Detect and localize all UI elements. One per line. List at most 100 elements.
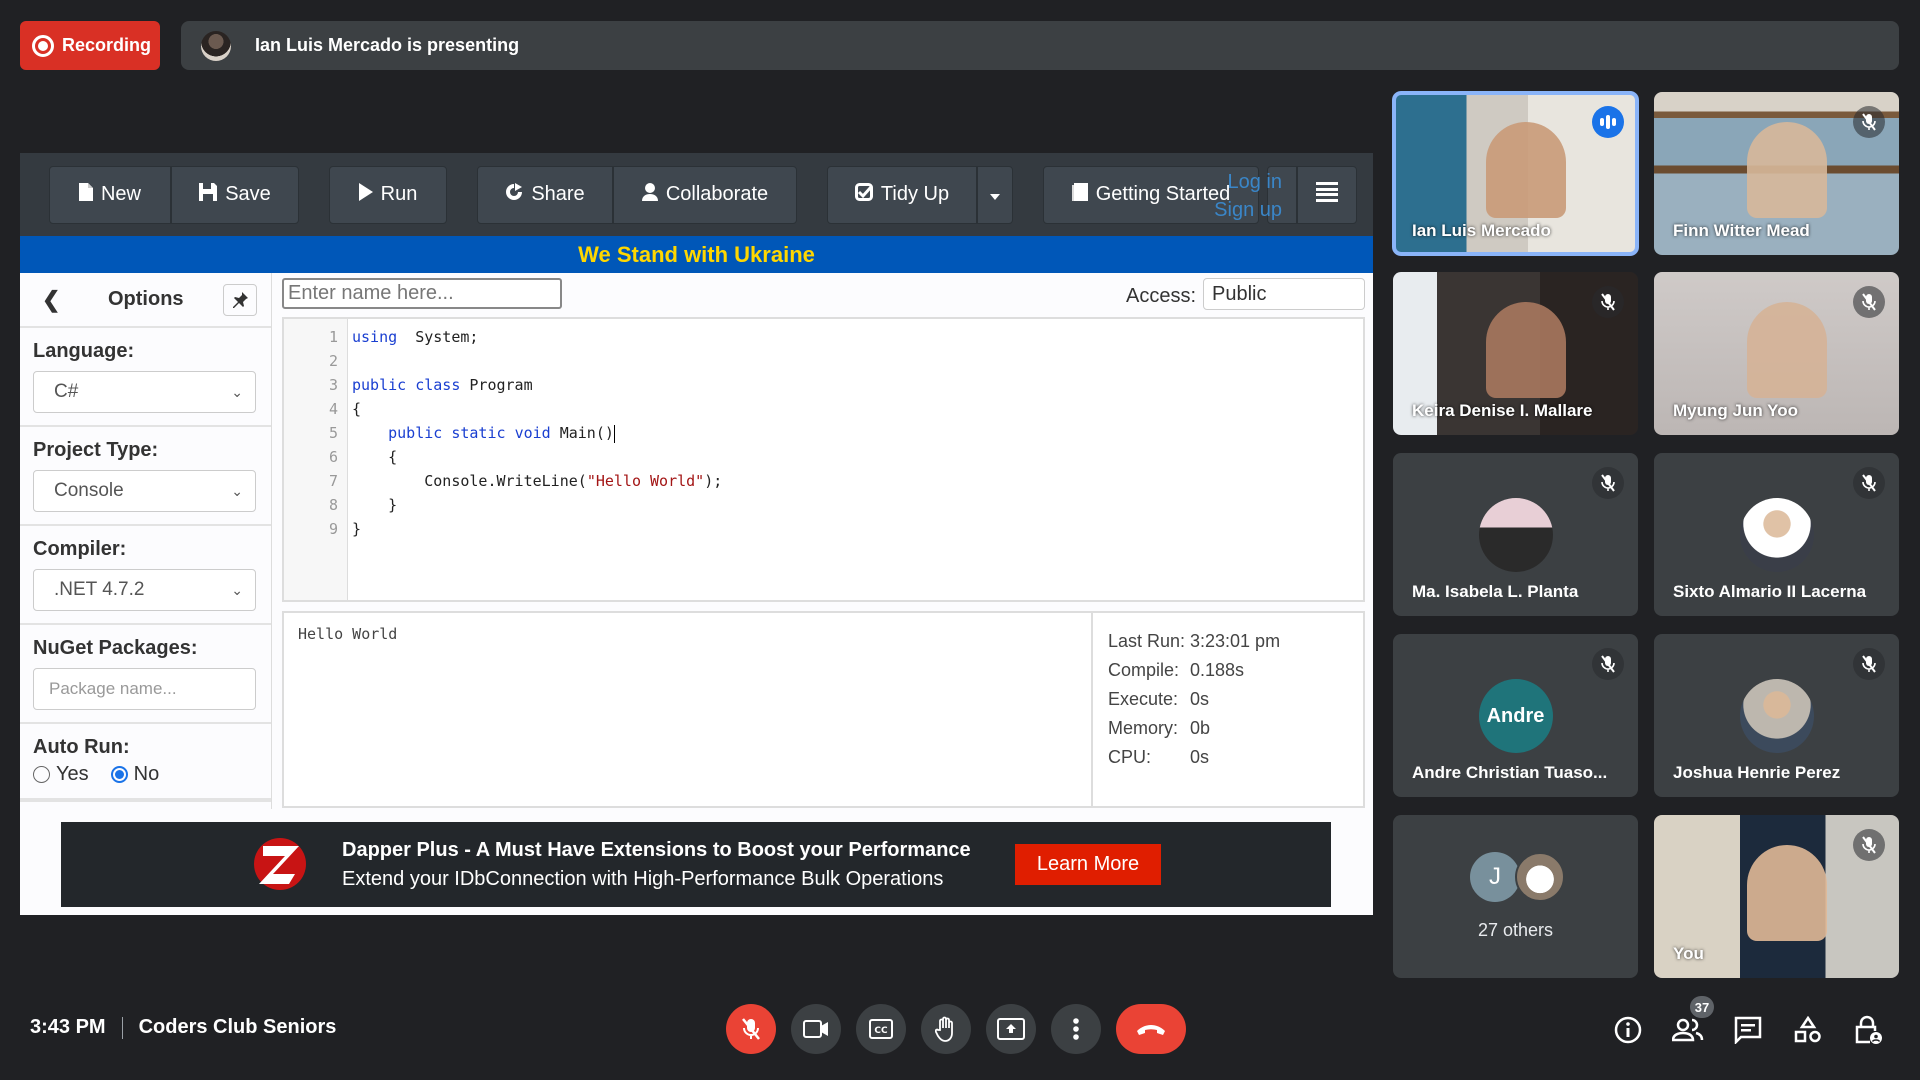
learn-more-button[interactable]: Learn More <box>1015 844 1161 885</box>
more-options-button[interactable] <box>1051 1004 1101 1054</box>
divider <box>121 1016 123 1039</box>
hand-icon <box>935 1016 953 1042</box>
code-text: public class Program <box>344 373 533 397</box>
ad-subtitle: Extend your IDbConnection with High-Perf… <box>342 868 944 890</box>
code-token: Main() <box>550 424 614 442</box>
code-token: } <box>352 496 398 514</box>
line-number: 1 <box>328 328 338 346</box>
stat-value: 0s <box>1190 689 1210 709</box>
code-line[interactable]: 3 public class Program <box>284 373 533 397</box>
code-line[interactable]: 6 { <box>284 445 397 469</box>
others-avatar: J <box>1470 852 1520 902</box>
chat-button[interactable] <box>1732 1014 1764 1046</box>
tidy-up-dropdown[interactable] <box>977 165 1013 224</box>
new-button[interactable]: New <box>49 165 171 224</box>
keyword-token: public <box>388 424 443 442</box>
code-line[interactable]: 9} <box>284 517 361 541</box>
participant-tile[interactable]: Joshua Henrie Perez <box>1654 634 1899 797</box>
participant-tile[interactable]: Finn Witter Mead <box>1654 92 1899 255</box>
code-line[interactable]: 8 } <box>284 493 397 517</box>
access-label: Access: <box>1126 285 1197 307</box>
compiler-label: Compiler: <box>33 538 127 560</box>
project-type-select[interactable]: Console ⌄ <box>33 470 256 512</box>
participant-tile[interactable]: Ian Luis Mercado <box>1392 91 1639 256</box>
run-button[interactable]: Run <box>329 165 447 224</box>
clock: 3:43 PM <box>30 1016 106 1038</box>
participant-name: Andre Christian Tuaso... <box>1412 763 1608 782</box>
code-text: { <box>344 397 361 421</box>
code-line[interactable]: 4{ <box>284 397 361 421</box>
autorun-no-radio[interactable] <box>110 766 128 783</box>
project-name-input[interactable]: Enter name here... <box>282 278 562 309</box>
mic-off-icon <box>742 1018 760 1040</box>
collapse-sidebar-icon[interactable]: ❮ <box>42 287 60 313</box>
participant-tile[interactable]: You <box>1654 815 1899 978</box>
code-line[interactable]: 2 <box>284 349 352 373</box>
recording-button[interactable]: Recording <box>20 21 160 70</box>
compiler-select[interactable]: .NET 4.7.2 ⌄ <box>33 569 256 611</box>
code-editor[interactable]: 1 using System; 2 3 public class Program 4{5 … <box>282 317 1365 602</box>
code-line[interactable]: 5 public static void Main() <box>284 421 615 445</box>
nuget-package-input[interactable]: Package name... <box>33 668 256 710</box>
line-number: 7 <box>328 472 338 490</box>
string-token: "Hello World" <box>586 472 705 490</box>
signup-link[interactable]: Sign up <box>1202 196 1282 224</box>
run-label: Run <box>380 183 418 205</box>
participant-tile[interactable]: Keira Denise I. Mallare <box>1393 272 1638 435</box>
mic-off-icon <box>1592 286 1624 318</box>
code-line[interactable]: 7 Console.WriteLine("Hello World"); <box>284 469 722 493</box>
advertisement-banner[interactable]: Dapper Plus - A Must Have Extensions to … <box>61 822 1331 907</box>
tidy-up-button[interactable]: Tidy Up <box>827 165 977 224</box>
mic-off-icon <box>1853 648 1885 680</box>
microphone-toggle-button[interactable] <box>726 1004 776 1054</box>
keyword-token: class <box>415 376 461 394</box>
hang-up-icon <box>1137 1025 1165 1035</box>
code-token: { <box>352 400 362 418</box>
participant-tile[interactable]: J 27 others <box>1393 815 1638 978</box>
mic-off-icon <box>1853 286 1885 318</box>
nuget-label: NuGet Packages: <box>33 637 198 659</box>
code-line[interactable]: 1 using System; <box>284 325 478 349</box>
stat-label: Execute: <box>1108 689 1179 709</box>
save-button[interactable]: Save <box>171 165 299 224</box>
captions-button[interactable]: CC <box>856 1004 906 1054</box>
collaborate-button[interactable]: Collaborate <box>613 165 797 224</box>
login-link[interactable]: Log in <box>1202 168 1283 196</box>
raise-hand-button[interactable] <box>921 1004 971 1054</box>
participant-avatar <box>1739 498 1814 572</box>
participant-tile[interactable]: Sixto Almario II Lacerna <box>1654 453 1899 616</box>
host-controls-button[interactable] <box>1852 1014 1884 1046</box>
participant-name: Ian Luis Mercado <box>1412 221 1551 240</box>
meeting-details-button[interactable] <box>1612 1014 1644 1046</box>
code-text: { <box>344 445 397 469</box>
chevron-down-icon: ⌄ <box>231 383 243 400</box>
activities-button[interactable] <box>1792 1014 1824 1046</box>
line-number: 4 <box>328 400 338 418</box>
people-button[interactable] <box>1672 1014 1704 1046</box>
access-select[interactable]: Public <box>1203 278 1365 310</box>
camera-toggle-button[interactable] <box>791 1004 841 1054</box>
stat-row: Compile: 0.188s <box>1108 656 1363 685</box>
people-icon <box>1672 1018 1704 1042</box>
stat-value: 3:23:01 pm <box>1190 631 1281 651</box>
participant-name: Finn Witter Mead <box>1673 221 1810 240</box>
collaborate-label: Collaborate <box>665 183 769 205</box>
text-cursor <box>613 424 615 443</box>
participant-tile[interactable]: Ma. Isabela L. Planta <box>1393 453 1638 616</box>
autorun-yes-radio[interactable] <box>33 766 50 783</box>
share-button[interactable]: Share <box>477 165 613 224</box>
menu-button[interactable] <box>1297 165 1357 224</box>
camera-icon <box>803 1020 828 1038</box>
participant-tile[interactable]: Andre Andre Christian Tuaso... <box>1393 634 1638 797</box>
stat-label: Compile: <box>1108 660 1180 680</box>
share-icon <box>505 182 523 207</box>
participant-tile[interactable]: Myung Jun Yoo <box>1654 272 1899 435</box>
avatar-initial: J <box>1489 863 1501 890</box>
participant-avatar <box>1478 498 1553 572</box>
pin-button[interactable] <box>223 284 257 316</box>
leave-call-button[interactable] <box>1116 1004 1186 1054</box>
others-count: 27 others <box>1477 920 1554 940</box>
present-now-button[interactable] <box>986 1004 1036 1054</box>
language-select[interactable]: C# ⌄ <box>33 371 256 413</box>
book-icon <box>1071 182 1088 207</box>
